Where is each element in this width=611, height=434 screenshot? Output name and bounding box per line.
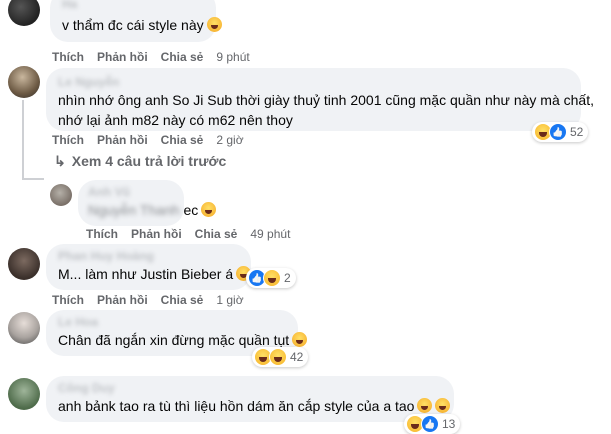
avatar[interactable] (8, 378, 40, 410)
emoji-icon (435, 398, 451, 413)
emoji-icon (292, 332, 308, 347)
reaction-count: 2 (284, 271, 291, 285)
comment-text: anh bảnk tao ra tù thì liệu hồn dám ăn c… (58, 398, 415, 414)
like-button[interactable]: Thích (86, 227, 118, 241)
share-button[interactable]: Chia sẻ (161, 293, 204, 307)
timestamp[interactable]: 9 phút (216, 50, 249, 64)
comment-actions: Thích Phản hồi Chia sẻ 2 giờ (52, 133, 257, 147)
comment-bubble: Công Duy anh bảnk tao ra tù thì liệu hồn… (46, 376, 454, 422)
share-button[interactable]: Chia sẻ (195, 227, 238, 241)
comment-text: M... làm như Justin Bieber á (58, 266, 234, 282)
timestamp[interactable]: 1 giờ (216, 293, 243, 307)
share-button[interactable]: Chia sẻ (161, 133, 204, 147)
comment-actions: Thích Phản hồi Chia sẻ 1 giờ (52, 293, 257, 307)
emoji-icon (417, 398, 433, 413)
reply-button[interactable]: Phản hồi (97, 50, 148, 64)
like-button[interactable]: Thích (52, 133, 84, 147)
comment-author[interactable]: Phan Huy Hoàng (58, 249, 239, 264)
reply-arrow-icon: ↳ (54, 153, 66, 169)
avatar[interactable] (50, 184, 72, 206)
reaction-summary[interactable]: 52 (532, 122, 589, 142)
comment-actions: Thích Phản hồi Chia sẻ 9 phút (52, 50, 263, 64)
comment-author[interactable]: Công Duy (58, 381, 442, 396)
thread-line (22, 100, 24, 180)
like-button[interactable]: Thích (52, 50, 84, 64)
emoji-icon (206, 17, 222, 32)
reaction-summary[interactable]: 2 (246, 268, 296, 288)
comment-text-line: nhìn nhớ ông anh So Ji Sub thời giày thu… (58, 92, 594, 108)
reply-actions: Thích Phản hồi Chia sẻ 49 phút (86, 227, 303, 241)
reply-author[interactable]: Anh Vũ (88, 185, 174, 200)
timestamp[interactable]: 2 giờ (216, 133, 243, 147)
haha-reaction-icon (269, 348, 287, 366)
comment-author[interactable]: Le Nguyễn (58, 75, 569, 90)
emoji-icon (201, 202, 217, 217)
reaction-summary[interactable]: 13 (404, 414, 461, 434)
avatar[interactable] (8, 312, 40, 344)
avatar[interactable] (8, 66, 40, 98)
reply-bubble: Anh Vũ Nguyễn Thanh ec (78, 180, 217, 226)
comment-text-line: nhớ lại ảnh m82 này có m62 nên thoy (58, 112, 293, 128)
timestamp[interactable]: 49 phút (250, 227, 290, 241)
reply-text: ec (183, 202, 199, 218)
comment-author[interactable]: Le Hoa (58, 315, 286, 330)
share-button[interactable]: Chia sẻ (161, 50, 204, 64)
haha-reaction-icon (263, 269, 281, 287)
view-more-replies-link[interactable]: ↳ Xem 4 câu trả lời trước (54, 153, 226, 170)
like-reaction-icon (549, 123, 567, 141)
like-reaction-icon (421, 415, 439, 433)
like-button[interactable]: Thích (52, 293, 84, 307)
reply-button[interactable]: Phản hồi (97, 293, 148, 307)
reaction-count: 52 (570, 125, 584, 139)
mentioned-user[interactable]: Nguyễn Thanh (88, 202, 180, 218)
reply-button[interactable]: Phản hồi (97, 133, 148, 147)
avatar[interactable] (8, 248, 40, 280)
comment-text: Chân đã ngắn xin đừng mặc quần tụt (58, 332, 290, 348)
comment-bubble: Phan Huy Hoàng M... làm như Justin Biebe… (46, 244, 252, 290)
thread-line (22, 178, 44, 180)
comment-bubble: Ha v thẩm đc cái style này (50, 0, 222, 42)
reply-button[interactable]: Phản hồi (131, 227, 182, 241)
reaction-count: 42 (290, 350, 304, 364)
comment-bubble: Le Nguyễn nhìn nhớ ông anh So Ji Sub thờ… (46, 68, 594, 131)
view-more-label: Xem 4 câu trả lời trước (71, 153, 227, 169)
comment-author[interactable]: Ha (62, 0, 204, 12)
reaction-count: 13 (442, 417, 456, 431)
comment-text: v thẩm đc cái style này (62, 17, 204, 33)
avatar[interactable] (8, 0, 40, 26)
reaction-summary[interactable]: 42 (252, 347, 309, 367)
